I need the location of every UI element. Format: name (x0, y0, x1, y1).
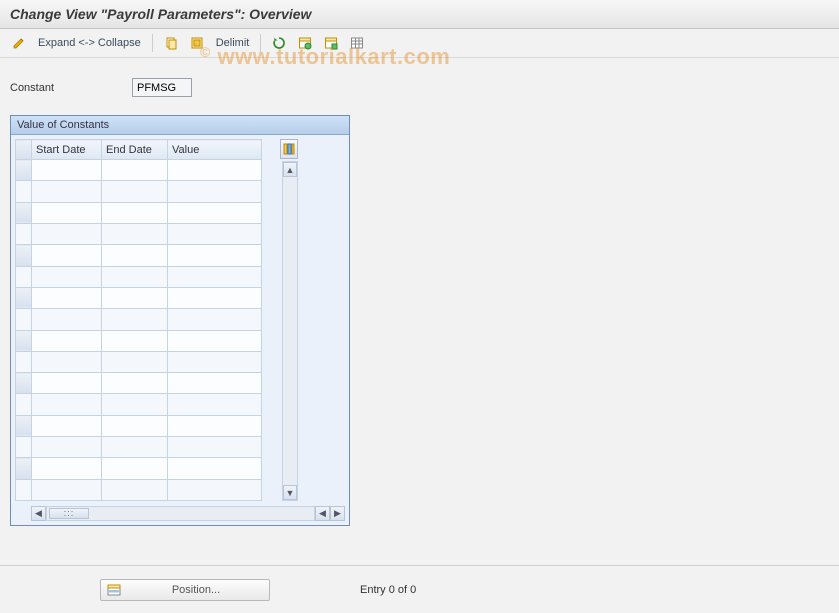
scroll-right-step-button[interactable]: ◀ (315, 506, 330, 521)
table-row[interactable] (16, 330, 262, 351)
table-row[interactable] (16, 245, 262, 266)
chevron-left-icon: ◀ (35, 508, 42, 519)
chevron-down-icon: ▼ (286, 488, 295, 498)
table-save-button[interactable] (320, 33, 342, 53)
table-view-button[interactable] (346, 33, 368, 53)
table-row[interactable] (16, 415, 262, 436)
position-button[interactable]: Position... (100, 579, 270, 601)
table-row[interactable] (16, 458, 262, 479)
col-end-date[interactable]: End Date (102, 140, 168, 160)
table-settings-button[interactable] (294, 33, 316, 53)
table-save-icon (324, 36, 338, 50)
row-selector-header[interactable] (16, 140, 32, 160)
edit-pencil-button[interactable] (8, 33, 30, 53)
table-row[interactable] (16, 287, 262, 308)
constant-field[interactable] (132, 78, 192, 97)
scroll-left-button[interactable]: ◀ (31, 506, 46, 521)
expand-collapse-button[interactable]: Expand <-> Collapse (34, 37, 145, 49)
copy-button[interactable] (160, 33, 182, 53)
table-icon (350, 36, 364, 50)
table-row[interactable] (16, 479, 262, 500)
scroll-up-button[interactable]: ▲ (283, 162, 297, 177)
table-row[interactable] (16, 309, 262, 330)
refresh-button[interactable] (268, 33, 290, 53)
constant-row: Constant (10, 78, 829, 97)
scroll-thumb[interactable]: ::: (49, 508, 89, 519)
horizontal-scrollbar[interactable]: ::: (46, 506, 315, 521)
position-icon (107, 583, 121, 597)
chevron-right-icon: ▶ (334, 508, 341, 519)
table-row[interactable] (16, 181, 262, 202)
table-row[interactable] (16, 437, 262, 458)
select-all-icon (190, 36, 204, 50)
columns-icon (283, 143, 295, 155)
table-row[interactable] (16, 266, 262, 287)
col-start-date[interactable]: Start Date (32, 140, 102, 160)
col-value[interactable]: Value (168, 140, 262, 160)
constant-label: Constant (10, 82, 120, 94)
table-green-icon (298, 36, 312, 50)
select-all-button[interactable] (186, 33, 208, 53)
delimit-button[interactable]: Delimit (212, 37, 254, 49)
chevron-up-icon: ▲ (286, 165, 295, 175)
pencil-icon (12, 36, 26, 50)
footer-bar: Position... Entry 0 of 0 (0, 565, 839, 613)
panel-title: Value of Constants (11, 116, 349, 135)
refresh-icon (272, 36, 286, 50)
table-config-button[interactable] (280, 139, 298, 159)
toolbar-separator (260, 34, 261, 52)
toolbar-separator (152, 34, 153, 52)
table-row[interactable] (16, 373, 262, 394)
page-title: Change View "Payroll Parameters": Overvi… (0, 0, 839, 29)
content-area: Constant Value of Constants Start Date E… (0, 58, 839, 536)
entry-count-label: Entry 0 of 0 (360, 584, 416, 596)
table-row[interactable] (16, 202, 262, 223)
table-row[interactable] (16, 394, 262, 415)
scroll-down-button[interactable]: ▼ (283, 485, 297, 500)
constants-table: Start Date End Date Value (15, 139, 262, 501)
value-of-constants-panel: Value of Constants Start Date End Date V… (10, 115, 350, 526)
table-row[interactable] (16, 160, 262, 181)
table-row[interactable] (16, 223, 262, 244)
copy-icon (164, 36, 178, 50)
toolbar: Expand <-> Collapse Delimit (0, 29, 839, 58)
table-row[interactable] (16, 351, 262, 372)
position-label: Position... (129, 584, 263, 596)
chevron-left-icon: ◀ (319, 508, 326, 519)
scroll-right-button[interactable]: ▶ (330, 506, 345, 521)
vertical-scrollbar[interactable]: ▲ ▼ (282, 161, 298, 501)
